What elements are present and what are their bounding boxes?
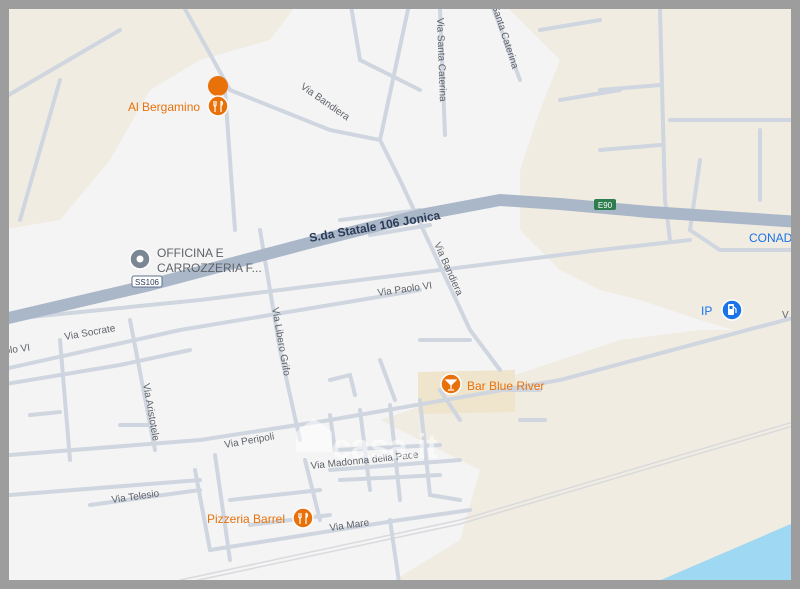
svg-text:casa.it: casa.it bbox=[332, 428, 438, 466]
map-view[interactable]: S.da Statale 106 Jonica SS106 E90 Via Ba… bbox=[0, 0, 800, 589]
svg-text:Pizzeria Barrel: Pizzeria Barrel bbox=[207, 512, 285, 526]
poi-conad[interactable]: CONAD bbox=[749, 231, 793, 245]
map-canvas[interactable]: S.da Statale 106 Jonica SS106 E90 Via Ba… bbox=[0, 0, 800, 589]
svg-text:CONAD: CONAD bbox=[749, 231, 793, 245]
svg-text:Al Bergamino: Al Bergamino bbox=[128, 100, 200, 114]
svg-text:IP: IP bbox=[701, 304, 712, 318]
e90-shield: E90 bbox=[594, 199, 616, 210]
ss106-shield: SS106 bbox=[131, 275, 163, 288]
street-right-edge: V bbox=[782, 310, 789, 321]
svg-text:Bar Blue River: Bar Blue River bbox=[467, 379, 544, 393]
svg-text:OFFICINA E: OFFICINA E bbox=[157, 246, 224, 260]
svg-text:SS106: SS106 bbox=[135, 278, 160, 287]
fuel-icon bbox=[721, 299, 743, 321]
place-icon bbox=[129, 248, 151, 270]
svg-text:CARROZZERIA F...: CARROZZERIA F... bbox=[157, 261, 262, 275]
svg-text:E90: E90 bbox=[598, 201, 613, 210]
bar-icon bbox=[440, 373, 462, 395]
restaurant-icon bbox=[292, 507, 314, 529]
